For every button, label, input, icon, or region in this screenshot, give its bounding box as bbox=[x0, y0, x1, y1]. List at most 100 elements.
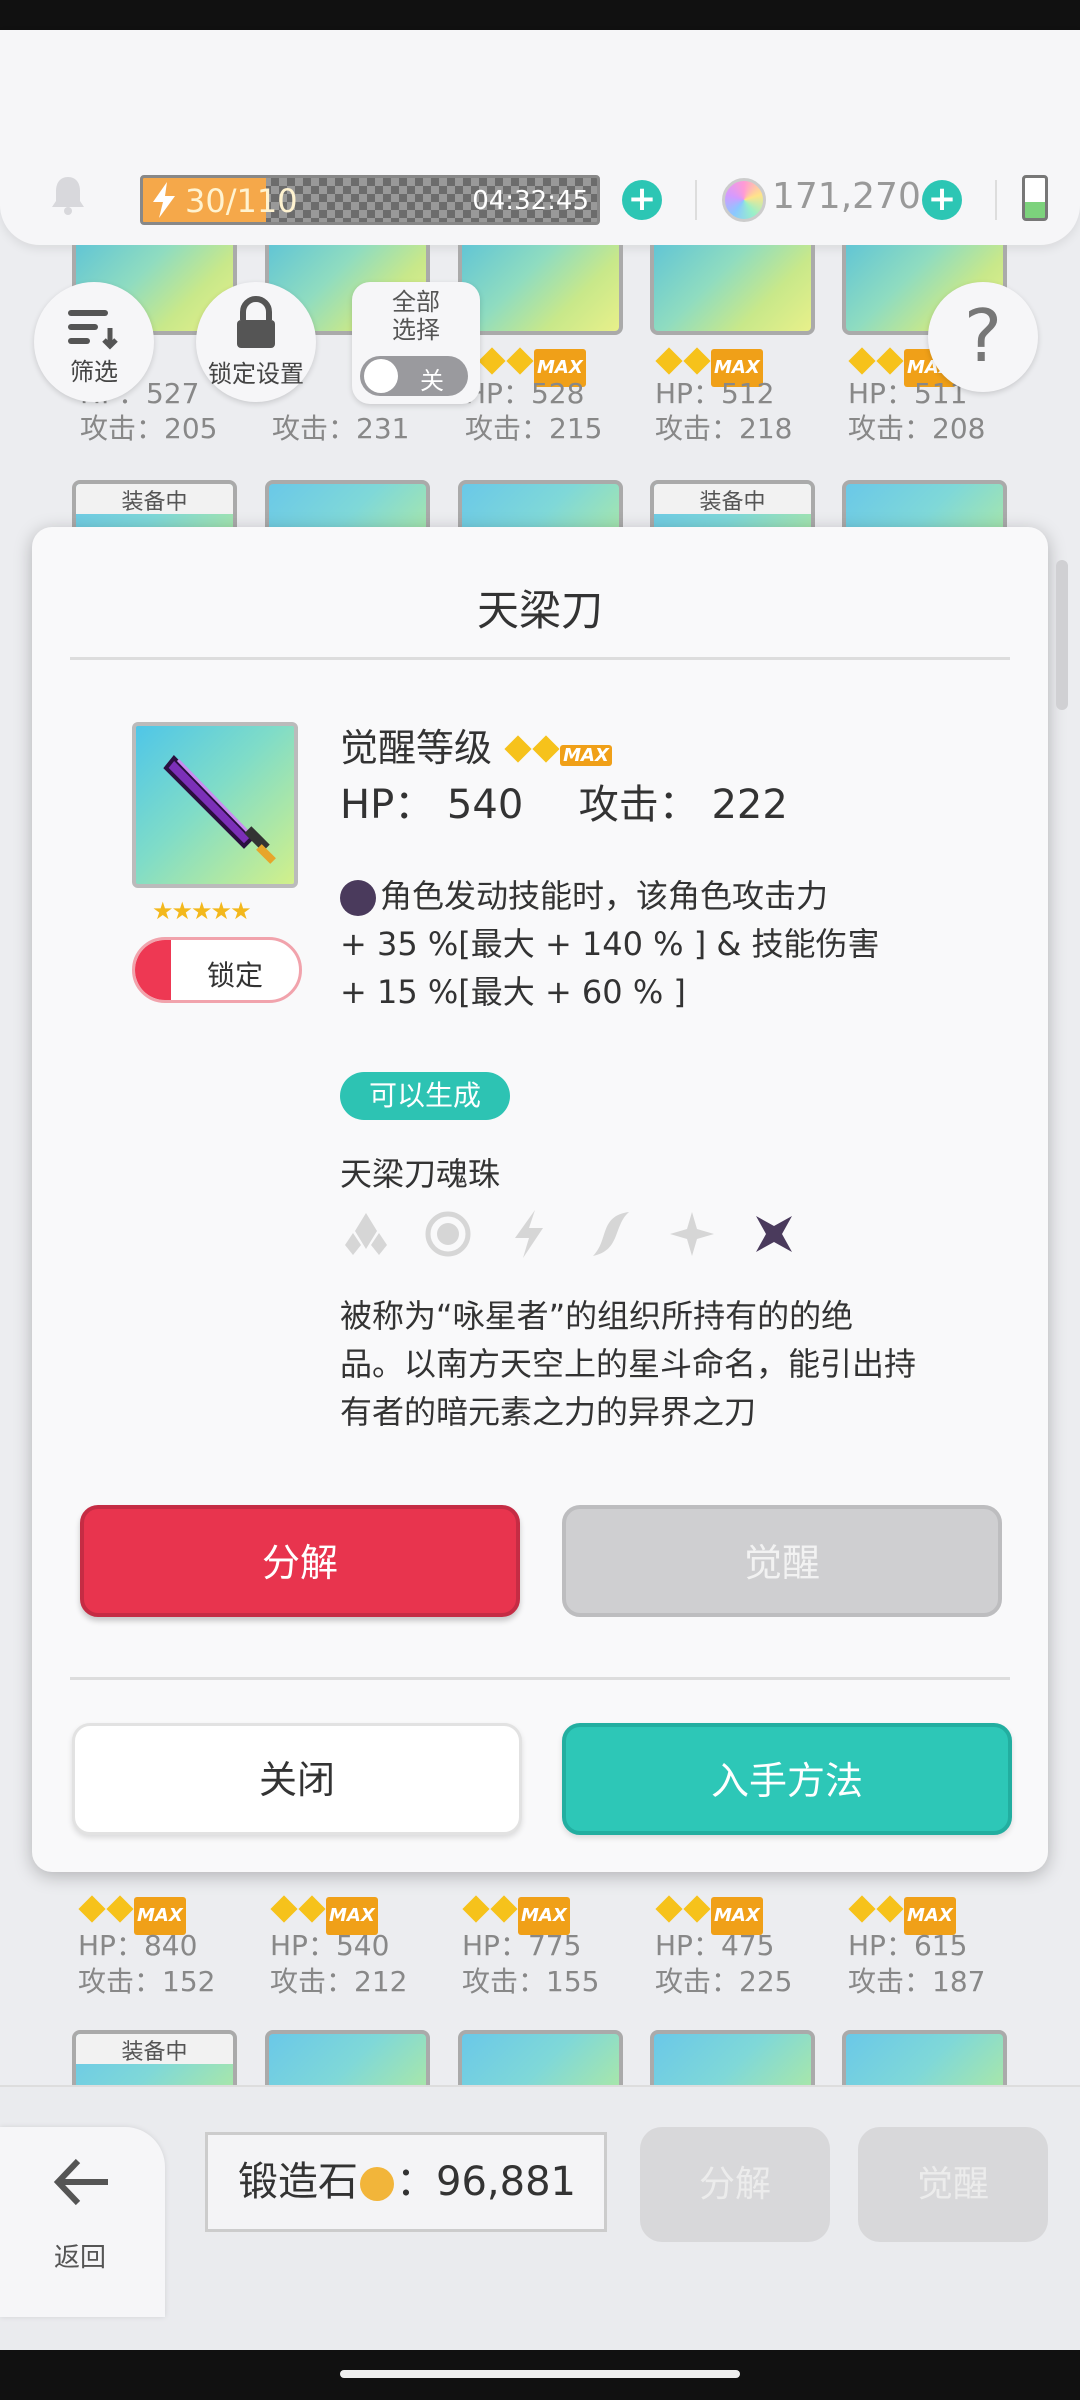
status-bar bbox=[0, 0, 1080, 30]
weapon-card[interactable] bbox=[650, 2030, 815, 2085]
card-atk: 攻击：155 bbox=[462, 1965, 600, 1998]
top-resource-bar: 30/110 04:32:45 + 171,270 + bbox=[0, 30, 1080, 245]
padlock-icon bbox=[237, 296, 275, 348]
star-element-icon bbox=[666, 1208, 718, 1260]
card-atk: 攻击：205 bbox=[80, 412, 218, 445]
item-title: 天梁刀 bbox=[476, 586, 603, 635]
card-hp: HP：775 bbox=[462, 1929, 582, 1962]
awaken-level-label: 觉醒等级 bbox=[340, 726, 493, 770]
wind-element-icon bbox=[585, 1208, 637, 1260]
weapon-card[interactable] bbox=[458, 2030, 623, 2085]
lock-label: 锁定 bbox=[206, 959, 263, 992]
energy-text: 30/110 bbox=[185, 182, 298, 220]
scrollbar[interactable] bbox=[1056, 560, 1068, 710]
lightning-icon bbox=[149, 182, 179, 218]
filter-button[interactable]: 筛选 bbox=[34, 282, 154, 402]
rarity-stars: ★★★★★ bbox=[152, 897, 252, 925]
item-stats: HP： 540 攻击： 222 bbox=[340, 772, 788, 830]
close-button[interactable]: 关闭 bbox=[72, 1723, 522, 1835]
lock-indicator bbox=[135, 940, 171, 1000]
thunder-element-icon bbox=[503, 1208, 555, 1260]
skill-description: 角色发动技能时，该角色攻击力 + 35 %[最大 + 140 % ] & 技能伤… bbox=[340, 872, 900, 1016]
back-label: 返回 bbox=[54, 2243, 107, 2273]
lock-settings-label: 锁定设置 bbox=[208, 360, 304, 388]
skill-line: 角色发动技能时，该角色攻击力 bbox=[380, 877, 829, 915]
home-indicator[interactable] bbox=[340, 2370, 740, 2378]
awaken-star-icon bbox=[532, 735, 560, 763]
card-hp: HP：840 bbox=[78, 1929, 198, 1962]
divider bbox=[995, 180, 997, 220]
card-atk: 攻击：225 bbox=[655, 1965, 793, 1998]
gem-count: 171,270 bbox=[772, 176, 921, 217]
obtain-method-button[interactable]: 入手方法 bbox=[562, 1723, 1012, 1835]
card-atk: 攻击：215 bbox=[465, 412, 603, 445]
weapon-card[interactable] bbox=[650, 245, 815, 335]
equipped-tag: 装备中 bbox=[76, 2034, 233, 2065]
earth-element-icon bbox=[340, 1208, 392, 1260]
help-button[interactable]: ? bbox=[928, 282, 1038, 392]
item-image bbox=[132, 722, 298, 888]
card-hp: HP：540 bbox=[270, 1929, 390, 1962]
lock-settings-button[interactable]: 锁定设置 bbox=[196, 282, 316, 402]
bulk-awaken-button[interactable]: 觉醒 bbox=[858, 2127, 1048, 2242]
description-line: 有者的暗元素之力的异界之刀 bbox=[340, 1393, 757, 1431]
skill-line: + 35 %[最大 + 140 % ] & 技能伤害 bbox=[340, 925, 880, 963]
soul-orb-name: 天梁刀魂珠 bbox=[340, 1155, 501, 1193]
select-all-panel: 全部 选择 关 bbox=[352, 282, 480, 404]
card-atk: 攻击：208 bbox=[848, 412, 986, 445]
weapon-card[interactable]: 装备中 bbox=[72, 2030, 237, 2085]
lock-toggle-button[interactable]: 锁定 bbox=[132, 937, 302, 1003]
question-icon: ? bbox=[963, 294, 1003, 378]
sword-icon bbox=[163, 754, 276, 864]
skill-line: + 15 %[最大 + 60 % ] bbox=[340, 973, 686, 1011]
energy-bar: 30/110 04:32:45 bbox=[140, 175, 600, 225]
dark-skill-icon bbox=[340, 880, 376, 916]
weapon-card[interactable] bbox=[842, 2030, 1007, 2085]
card-hp: HP：528 bbox=[465, 377, 585, 410]
hp-label: HP： bbox=[340, 782, 435, 828]
can-generate-badge: 可以生成 bbox=[340, 1072, 510, 1120]
gem-icon bbox=[722, 178, 766, 222]
divider bbox=[70, 1677, 1010, 1680]
select-all-label: 全部 选择 bbox=[392, 288, 440, 344]
card-atk: 攻击：152 bbox=[78, 1965, 216, 1998]
card-hp: HP：512 bbox=[655, 377, 775, 410]
atk-label: 攻击： bbox=[578, 782, 699, 828]
element-icons bbox=[340, 1207, 800, 1261]
max-badge: MAX bbox=[560, 745, 612, 766]
select-all-toggle[interactable]: 关 bbox=[360, 356, 468, 396]
forge-value: 96,881 bbox=[436, 2159, 576, 2205]
bell-icon[interactable] bbox=[48, 173, 88, 217]
filter-label: 筛选 bbox=[70, 358, 118, 386]
item-description: 被称为“咏星者”的组织所持有的的绝 品。以南方天空上的星斗命名，能引出持 有者的… bbox=[340, 1292, 940, 1436]
weapon-card[interactable] bbox=[265, 2030, 430, 2085]
battery-icon bbox=[1022, 175, 1048, 221]
decompose-button[interactable]: 分解 bbox=[80, 1505, 520, 1617]
divider bbox=[695, 180, 697, 220]
awaken-button[interactable]: 觉醒 bbox=[562, 1505, 1002, 1617]
card-atk: 攻击：231 bbox=[272, 412, 410, 445]
toggle-knob bbox=[364, 359, 398, 393]
awaken-level: 觉醒等级 MAX bbox=[340, 717, 612, 772]
dark-element-icon bbox=[748, 1208, 800, 1260]
bottom-bar: 返回 锻造石 ：96,881 分解 觉醒 bbox=[0, 2085, 1080, 2350]
add-energy-button[interactable]: + bbox=[622, 180, 662, 220]
description-line: 品。以南方天空上的星斗命名，能引出持 bbox=[340, 1345, 917, 1383]
filter-icon bbox=[68, 310, 118, 350]
card-hp: HP：615 bbox=[848, 1929, 968, 1962]
light-element-icon bbox=[422, 1208, 474, 1260]
description-line: 被称为“咏星者”的组织所持有的的绝 bbox=[340, 1297, 854, 1335]
back-arrow-icon bbox=[53, 2158, 108, 2206]
awaken-star-icon bbox=[504, 735, 532, 763]
forge-label: 锻造石 bbox=[238, 2159, 358, 2205]
item-detail-modal: 天梁刀 ★★★★★ 锁定 觉醒等级 MAX HP： 540 攻击： 222 角色… bbox=[32, 527, 1048, 1872]
card-atk: 攻击：212 bbox=[270, 1965, 408, 1998]
bulk-decompose-button[interactable]: 分解 bbox=[640, 2127, 830, 2242]
weapon-card[interactable] bbox=[458, 245, 623, 335]
equipped-tag: 装备中 bbox=[76, 484, 233, 515]
back-button[interactable]: 返回 bbox=[0, 2127, 165, 2317]
card-atk: 攻击：218 bbox=[655, 412, 793, 445]
add-gems-button[interactable]: + bbox=[922, 180, 962, 220]
card-hp: HP：475 bbox=[655, 1929, 775, 1962]
forge-stone-counter: 锻造石 ：96,881 bbox=[205, 2132, 607, 2232]
